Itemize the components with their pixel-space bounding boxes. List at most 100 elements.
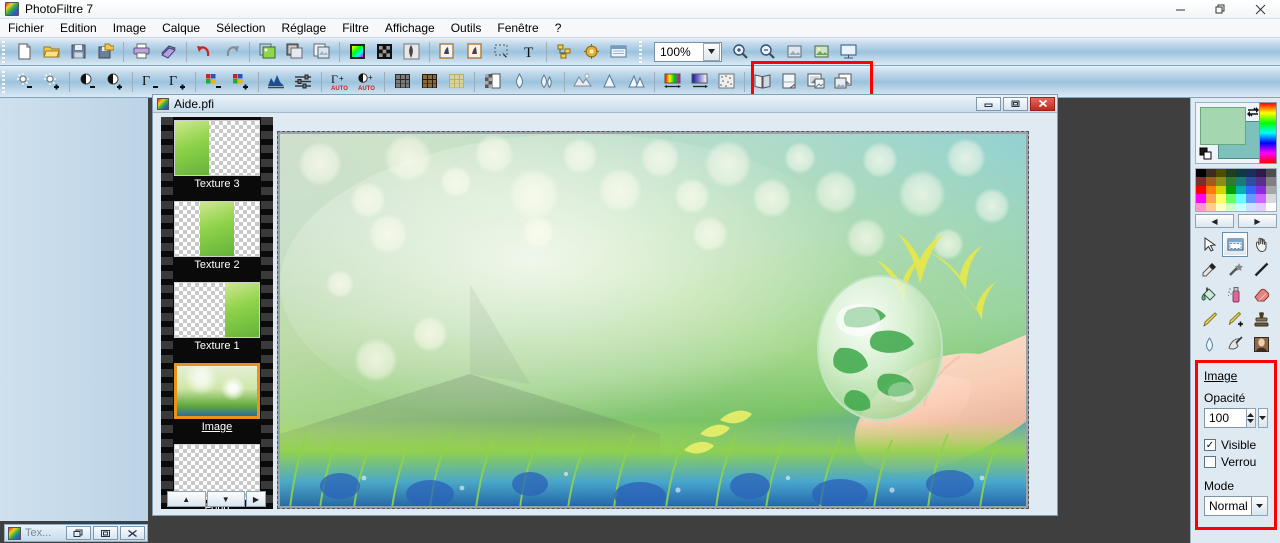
document-minimize-button[interactable] <box>976 96 1001 111</box>
palette-swatch[interactable] <box>1216 194 1226 203</box>
chevron-down-icon[interactable] <box>1252 496 1268 516</box>
fullscreen-icon[interactable] <box>836 40 861 64</box>
save-as-icon[interactable] <box>93 40 118 64</box>
zoom-combo[interactable]: 100% <box>654 41 722 62</box>
palette-swatch[interactable] <box>1206 169 1216 178</box>
gradient-blue-icon[interactable] <box>687 70 712 94</box>
batch-print-icon[interactable] <box>156 40 181 64</box>
layer-thumbnail[interactable] <box>174 282 260 338</box>
palette-swatch[interactable] <box>1196 185 1206 195</box>
fit-screen-icon[interactable] <box>782 40 807 64</box>
minimized-restore-button[interactable] <box>66 526 91 540</box>
duplicate-image-icon[interactable] <box>309 40 334 64</box>
selection-rect-tool[interactable] <box>1222 232 1248 257</box>
palette-swatch[interactable] <box>1236 194 1246 203</box>
menu-help[interactable]: ? <box>547 19 570 38</box>
menu-fichier[interactable]: Fichier <box>0 19 52 38</box>
color-mode-icon[interactable] <box>345 40 370 64</box>
transparency-icon[interactable] <box>399 40 424 64</box>
advanced-brush-tool[interactable] <box>1222 307 1248 332</box>
chevron-down-icon[interactable] <box>703 42 720 61</box>
clone-photo-tool[interactable] <box>1248 332 1274 357</box>
menu-selection[interactable]: Sélection <box>208 19 273 38</box>
menu-outils[interactable]: Outils <box>443 19 490 38</box>
new-file-icon[interactable] <box>12 40 37 64</box>
menu-edition[interactable]: Edition <box>52 19 105 38</box>
opacity-dropdown-button[interactable] <box>1257 408 1268 428</box>
crop-image-icon[interactable] <box>435 40 460 64</box>
palette-swatch[interactable] <box>1256 202 1266 211</box>
copy-image-icon[interactable] <box>255 40 280 64</box>
palette-swatch[interactable] <box>1206 185 1216 195</box>
minimized-document-window[interactable]: Tex... <box>4 524 148 542</box>
layer-item-image[interactable]: Image <box>173 363 261 441</box>
palette-swatch[interactable] <box>1226 169 1236 178</box>
opacity-stepper[interactable] <box>1204 408 1268 428</box>
document-maximize-button[interactable] <box>1003 96 1028 111</box>
grayscale-mode-icon[interactable] <box>372 40 397 64</box>
magic-wand-tool[interactable] <box>1222 257 1248 282</box>
palette-swatch[interactable] <box>1246 202 1256 211</box>
palette-swatch[interactable] <box>1216 177 1226 186</box>
reset-colors-icon[interactable] <box>1199 147 1213 161</box>
open-file-icon[interactable] <box>39 40 64 64</box>
toolbar-grip[interactable] <box>1 40 9 63</box>
levels-icon[interactable] <box>291 70 316 94</box>
color-spectrum-bar[interactable] <box>1259 102 1277 164</box>
undo-icon[interactable] <box>192 40 217 64</box>
book-effect-icon[interactable] <box>750 70 775 94</box>
sharpen-icon[interactable] <box>597 70 622 94</box>
lock-checkbox[interactable] <box>1204 456 1216 468</box>
layer-item-texture-2[interactable]: Texture 2 <box>173 201 261 279</box>
layer-item-texture-3[interactable]: Texture 3 <box>173 120 261 198</box>
opacity-input[interactable] <box>1204 408 1246 428</box>
image-shadow-icon[interactable] <box>831 70 856 94</box>
explorer-icon[interactable] <box>606 40 631 64</box>
layer-item-texture-1[interactable]: Texture 1 <box>173 282 261 360</box>
paste-image-icon[interactable] <box>282 40 307 64</box>
hand-tool[interactable] <box>1248 232 1274 257</box>
palette-swatch[interactable] <box>1256 185 1266 195</box>
contrast-down-icon[interactable] <box>75 70 100 94</box>
palette-swatch[interactable] <box>1256 169 1266 178</box>
gamma-up-icon[interactable]: Γ <box>165 70 190 94</box>
palette-prev-button[interactable]: ◀ <box>1195 214 1234 228</box>
mosaic-icon[interactable] <box>390 70 415 94</box>
palette-swatch[interactable] <box>1266 202 1276 211</box>
page-curl-icon[interactable] <box>777 70 802 94</box>
texture-icon[interactable] <box>444 70 469 94</box>
stamp-tool[interactable] <box>1248 307 1274 332</box>
water-drop-tool[interactable] <box>1196 332 1222 357</box>
palette-swatch[interactable] <box>1236 177 1246 186</box>
swap-colors-icon[interactable] <box>1246 105 1260 122</box>
toolbar2-grip[interactable] <box>1 70 9 93</box>
palette-swatch[interactable] <box>1266 194 1276 203</box>
save-icon[interactable] <box>66 40 91 64</box>
zoom-in-icon[interactable] <box>728 40 753 64</box>
histogram-icon[interactable] <box>264 70 289 94</box>
palette-swatch[interactable] <box>1246 194 1256 203</box>
layer-manager-icon[interactable] <box>552 40 577 64</box>
smudge-tool[interactable] <box>1222 332 1248 357</box>
palette-swatch[interactable] <box>1266 185 1276 195</box>
palette-swatch[interactable] <box>1236 202 1246 211</box>
opacity-spin-buttons[interactable] <box>1246 408 1256 428</box>
paint-bucket-tool[interactable] <box>1196 282 1222 307</box>
line-tool[interactable] <box>1248 257 1274 282</box>
palette-swatch[interactable] <box>1196 202 1206 211</box>
eraser-tool[interactable] <box>1248 282 1274 307</box>
palette-swatch[interactable] <box>1216 185 1226 195</box>
move-layer-up-button[interactable]: ▲ <box>167 491 206 507</box>
palette-swatch[interactable] <box>1246 177 1256 186</box>
redo-icon[interactable] <box>219 40 244 64</box>
select-arrow-tool[interactable] <box>1196 232 1222 257</box>
actual-size-icon[interactable] <box>809 40 834 64</box>
saturation-down-icon[interactable] <box>201 70 226 94</box>
menu-reglage[interactable]: Réglage <box>273 19 334 38</box>
noise-icon[interactable] <box>714 70 739 94</box>
brightness-up-icon[interactable] <box>39 70 64 94</box>
palette-swatch[interactable] <box>1256 194 1266 203</box>
menu-calque[interactable]: Calque <box>154 19 208 38</box>
palette-swatch[interactable] <box>1226 202 1236 211</box>
menu-image[interactable]: Image <box>105 19 154 38</box>
